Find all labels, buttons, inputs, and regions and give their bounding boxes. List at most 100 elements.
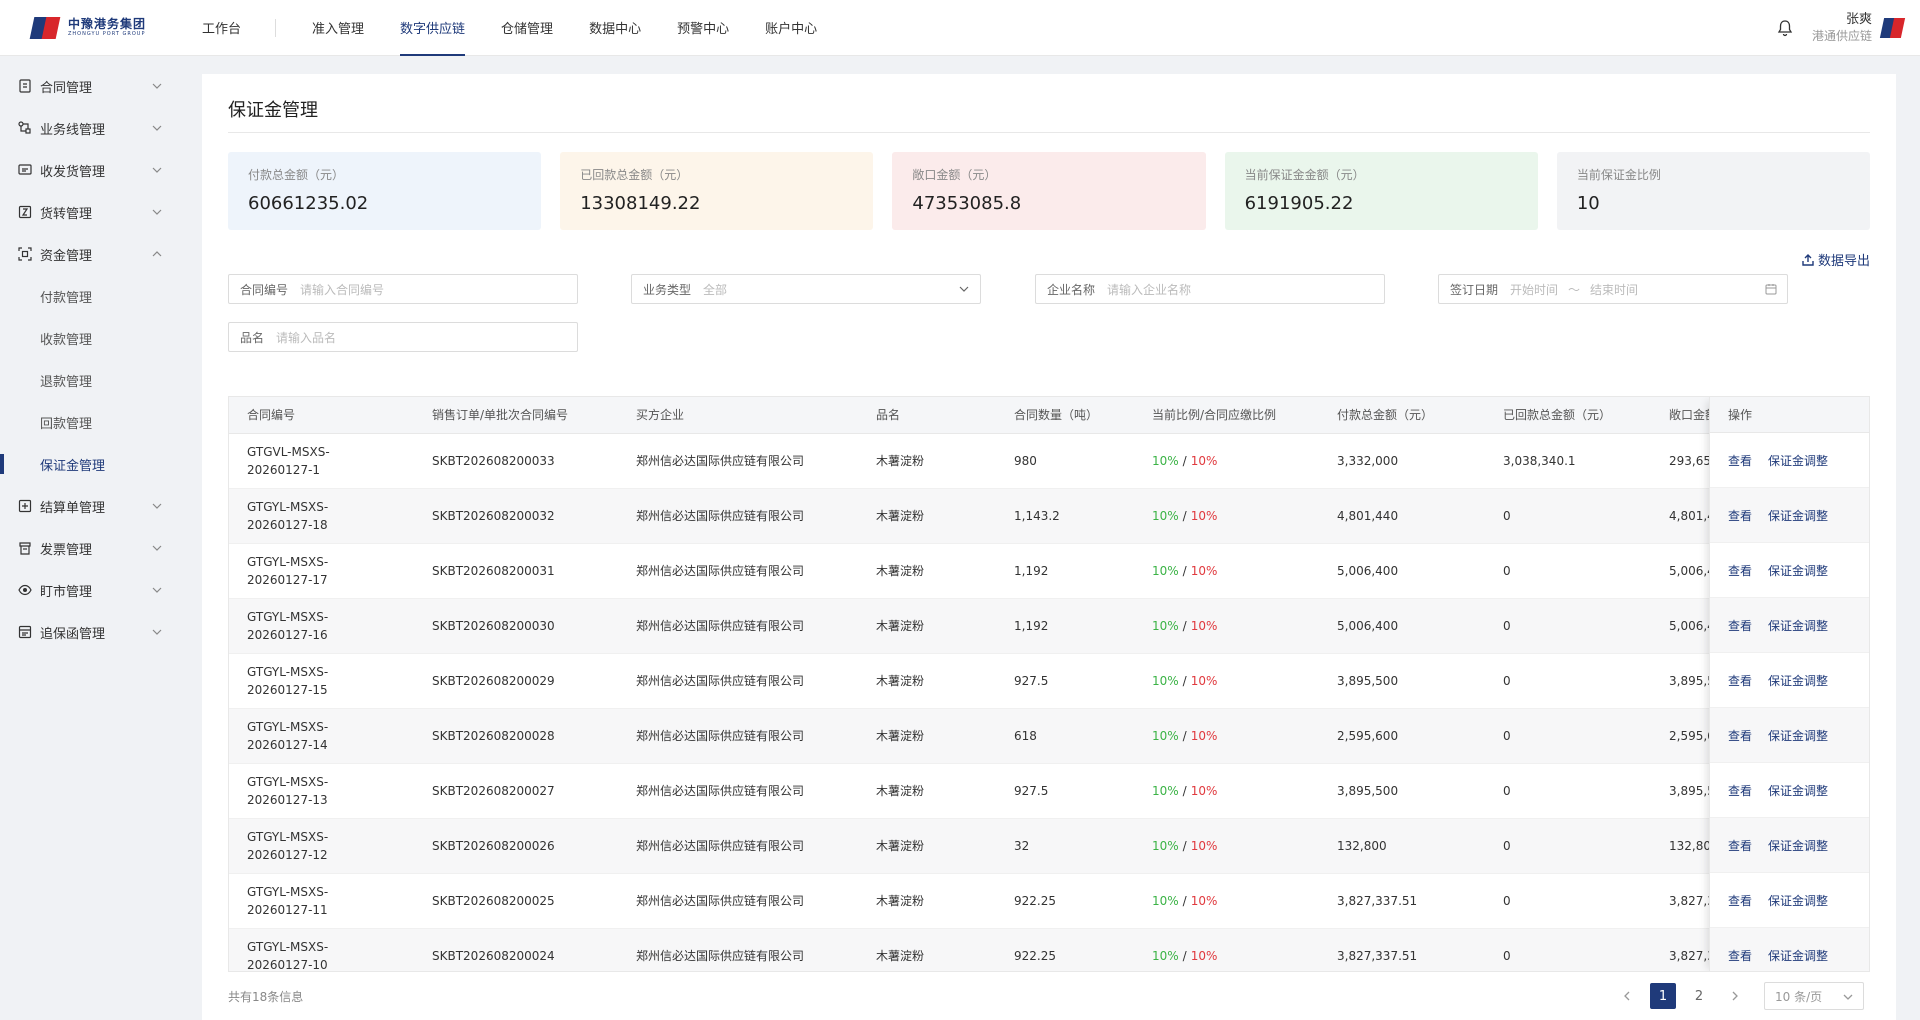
ratio-separator: / xyxy=(1182,453,1187,468)
cell-buyer: 郑州信必达国际供应链有限公司 xyxy=(618,928,858,971)
nav-divider xyxy=(275,18,277,37)
summary-card-total-paid: 付款总金额（元） 60661235.02 xyxy=(228,152,542,230)
cell-paid: 5,006,400 xyxy=(1319,543,1485,599)
cell-ratio: 10%/10% xyxy=(1134,928,1319,971)
nav-account-center[interactable]: 账户中心 xyxy=(765,0,817,56)
prev-page-button[interactable] xyxy=(1614,983,1640,1009)
product-name-field[interactable]: 品名 请输入品名 xyxy=(228,322,578,352)
col-header: 付款总金额（元） xyxy=(1319,397,1485,434)
next-page-button[interactable] xyxy=(1722,983,1748,1009)
pagination: 1 2 10 条/页 xyxy=(1604,982,1864,1010)
adjust-deposit-link[interactable]: 保证金调整 xyxy=(1768,617,1828,634)
avatar[interactable] xyxy=(1879,15,1906,41)
start-date-input[interactable]: 开始时间 xyxy=(1510,281,1558,298)
sidebar-item-invoice[interactable]: 发票管理 xyxy=(0,527,183,569)
nav-workbench[interactable]: 工作台 xyxy=(202,0,241,56)
nav-warehouse[interactable]: 仓储管理 xyxy=(501,0,553,56)
view-link[interactable]: 查看 xyxy=(1728,452,1752,469)
nav-warning-center[interactable]: 预警中心 xyxy=(677,0,729,56)
table-header-row: 合同编号 销售订单/单批次合同编号 买方企业 品名 合同数量（吨） 当前比例/合… xyxy=(229,397,1869,434)
sidebar-subitem-deposit[interactable]: 保证金管理 xyxy=(0,443,183,485)
sidebar-subitem-refund[interactable]: 退款管理 xyxy=(0,359,183,401)
table-row: GTGYL-MSXS-20260127-13 SKBT202608200027 郑州… xyxy=(229,763,1869,819)
flow-icon xyxy=(18,121,31,134)
card-value: 60661235.02 xyxy=(248,193,369,214)
sidebar-item-fund[interactable]: 资金管理 xyxy=(0,233,183,275)
view-link[interactable]: 查看 xyxy=(1728,507,1752,524)
cell-paid: 4,801,440 xyxy=(1319,488,1485,544)
sidebar-item-settlement[interactable]: 结算单管理 xyxy=(0,485,183,527)
sign-date-range[interactable]: 签订日期 开始时间 ～ 结束时间 xyxy=(1438,274,1788,304)
cell-qty: 618 xyxy=(996,708,1134,764)
field-label: 合同编号 xyxy=(240,282,289,297)
sidebar-item-guarantee-letter[interactable]: 追保函管理 xyxy=(0,611,183,653)
product-name-input[interactable]: 请输入品名 xyxy=(276,329,336,346)
field-label: 业务类型 xyxy=(643,282,692,297)
sidebar: 合同管理 业务线管理 收发货管理 货转管理 资金管理 付款管理 收款管理 退款管… xyxy=(0,57,183,1020)
sidebar-item-transfer[interactable]: 货转管理 xyxy=(0,191,183,233)
view-link[interactable]: 查看 xyxy=(1728,672,1752,689)
sidebar-item-business-line[interactable]: 业务线管理 xyxy=(0,107,183,149)
biz-type-select[interactable]: 业务类型 全部 xyxy=(631,274,981,304)
adjust-deposit-link[interactable]: 保证金调整 xyxy=(1768,507,1828,524)
cell-qty: 922.25 xyxy=(996,928,1134,971)
contract-no-field[interactable]: 合同编号 请输入合同编号 xyxy=(228,274,578,304)
adjust-deposit-link[interactable]: 保证金调整 xyxy=(1768,782,1828,799)
cell-returned: 0 xyxy=(1485,708,1651,764)
sidebar-item-mark-to-market[interactable]: 盯市管理 xyxy=(0,569,183,611)
table-row: GTGYL-MSXS-20260127-12 SKBT202608200026 郑州… xyxy=(229,818,1869,874)
cell-paid: 2,595,600 xyxy=(1319,708,1485,764)
cell-paid: 3,332,000 xyxy=(1319,433,1485,489)
user-info[interactable]: 张爽 港通供应链 xyxy=(1812,12,1872,44)
company-name-field[interactable]: 企业名称 请输入企业名称 xyxy=(1035,274,1385,304)
required-ratio: 10% xyxy=(1190,783,1218,798)
cell-order-no: SKBT202608200029 xyxy=(414,653,618,709)
sidebar-item-contract[interactable]: 合同管理 xyxy=(0,65,183,107)
adjust-deposit-link[interactable]: 保证金调整 xyxy=(1768,452,1828,469)
cell-product: 木薯淀粉 xyxy=(858,708,996,764)
nav-data-center[interactable]: 数据中心 xyxy=(589,0,641,56)
brand-logo[interactable]: 中豫港务集团 ZHONGYU PORT GROUP xyxy=(0,0,170,56)
required-ratio: 10% xyxy=(1190,728,1218,743)
cell-product: 木薯淀粉 xyxy=(858,653,996,709)
chevron-left-icon xyxy=(1624,991,1630,1001)
sidebar-item-label: 合同管理 xyxy=(40,80,93,96)
summary-card-deposit-amount: 当前保证金金额（元） 6191905.22 xyxy=(1224,152,1538,230)
current-ratio: 10% xyxy=(1152,508,1179,523)
cell-paid: 3,895,500 xyxy=(1319,763,1485,819)
view-link[interactable]: 查看 xyxy=(1728,617,1752,634)
sidebar-subitem-receipt[interactable]: 收款管理 xyxy=(0,317,183,359)
adjust-deposit-link[interactable]: 保证金调整 xyxy=(1768,562,1828,579)
current-ratio: 10% xyxy=(1152,453,1179,468)
sidebar-subitem-payment[interactable]: 付款管理 xyxy=(0,275,183,317)
contract-no-input[interactable]: 请输入合同编号 xyxy=(300,281,384,298)
view-link[interactable]: 查看 xyxy=(1728,837,1752,854)
adjust-deposit-link[interactable]: 保证金调整 xyxy=(1768,947,1828,964)
page-2-button[interactable]: 2 xyxy=(1686,983,1712,1009)
bell-icon[interactable] xyxy=(1776,19,1794,37)
page-size-select[interactable]: 10 条/页 xyxy=(1764,982,1864,1010)
view-link[interactable]: 查看 xyxy=(1728,782,1752,799)
view-link[interactable]: 查看 xyxy=(1728,892,1752,909)
page-size-value: 10 条/页 xyxy=(1775,989,1823,1004)
sidebar-item-shipping[interactable]: 收发货管理 xyxy=(0,149,183,191)
cell-ratio: 10%/10% xyxy=(1134,543,1319,599)
required-ratio: 10% xyxy=(1190,453,1218,468)
adjust-deposit-link[interactable]: 保证金调整 xyxy=(1768,727,1828,744)
adjust-deposit-link[interactable]: 保证金调整 xyxy=(1768,837,1828,854)
export-button[interactable]: 数据导出 xyxy=(1802,250,1870,269)
sidebar-subitem-collection[interactable]: 回款管理 xyxy=(0,401,183,443)
nav-access[interactable]: 准入管理 xyxy=(312,0,364,56)
view-link[interactable]: 查看 xyxy=(1728,947,1752,964)
adjust-deposit-link[interactable]: 保证金调整 xyxy=(1768,672,1828,689)
nav-digital-supply-chain[interactable]: 数字供应链 xyxy=(400,0,466,56)
user-name: 张爽 xyxy=(1845,12,1872,27)
end-date-input[interactable]: 结束时间 xyxy=(1590,281,1638,298)
eye-icon xyxy=(18,584,32,596)
view-link[interactable]: 查看 xyxy=(1728,562,1752,579)
current-ratio: 10% xyxy=(1152,563,1179,578)
view-link[interactable]: 查看 xyxy=(1728,727,1752,744)
page-1-button[interactable]: 1 xyxy=(1650,983,1676,1009)
adjust-deposit-link[interactable]: 保证金调整 xyxy=(1768,892,1828,909)
company-name-input[interactable]: 请输入企业名称 xyxy=(1107,281,1191,298)
